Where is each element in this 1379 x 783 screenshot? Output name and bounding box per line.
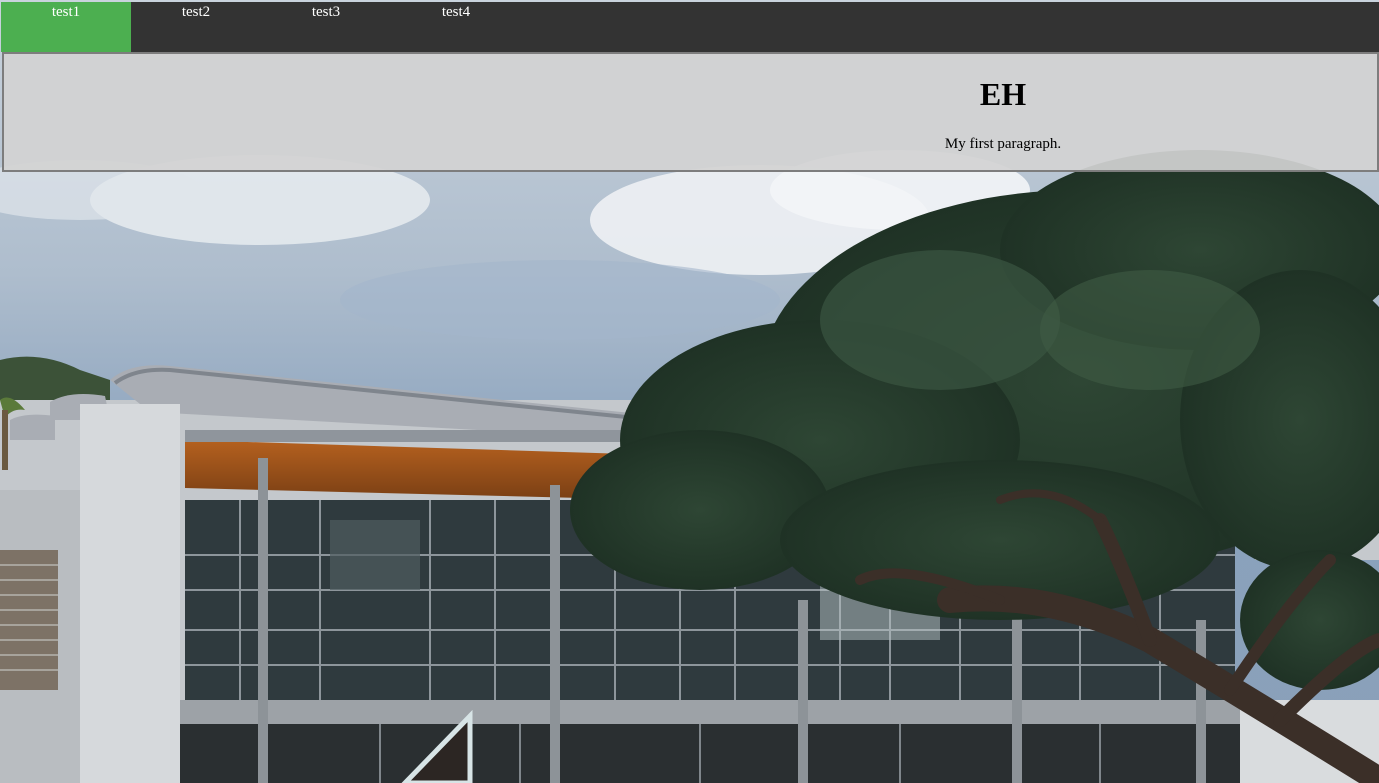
nav-item-test1[interactable]: test1: [1, 2, 131, 52]
page: test1 test2 test3 test4 EH My first para…: [0, 0, 1379, 783]
nav-item-test4[interactable]: test4: [391, 2, 521, 52]
header-panel: EH My first paragraph.: [2, 52, 1379, 172]
intro-paragraph: My first paragraph.: [944, 136, 1062, 152]
page-title: EH: [979, 76, 1027, 112]
top-nav: test1 test2 test3 test4: [1, 2, 1379, 52]
nav-item-test2[interactable]: test2: [131, 2, 261, 52]
nav-item-test3[interactable]: test3: [261, 2, 391, 52]
